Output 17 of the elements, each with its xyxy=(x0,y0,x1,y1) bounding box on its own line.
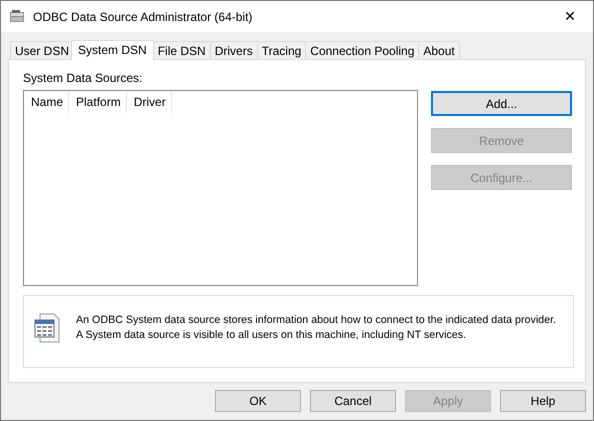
list-label: System Data Sources: xyxy=(23,71,144,85)
tab[interactable]: System DSN xyxy=(71,40,154,60)
dialog-button[interactable]: Help xyxy=(500,390,586,412)
column-header[interactable]: Platform xyxy=(69,91,127,113)
column-header[interactable]: Name xyxy=(24,91,70,113)
dialog-button[interactable]: OK xyxy=(215,390,301,412)
dialog-button[interactable]: Cancel xyxy=(310,390,396,412)
data-source-list[interactable]: Name Platform Driver xyxy=(23,90,418,286)
column-header[interactable]: Driver xyxy=(126,91,172,113)
window-title: ODBC Data Source Administrator (64-bit) xyxy=(33,10,254,24)
info-text: An ODBC System data source stores information about how to connect to the indicated data provider. xyxy=(76,313,556,328)
tab[interactable]: Tracing xyxy=(256,41,306,59)
close-button[interactable]: ✕ xyxy=(547,1,593,32)
tab[interactable]: About xyxy=(418,41,460,59)
action-button[interactable]: Add... xyxy=(431,91,572,116)
info-text: A System data source is visible to all users on this machine, including NT services. xyxy=(76,328,468,343)
tab[interactable]: Connection Pooling xyxy=(305,41,420,59)
